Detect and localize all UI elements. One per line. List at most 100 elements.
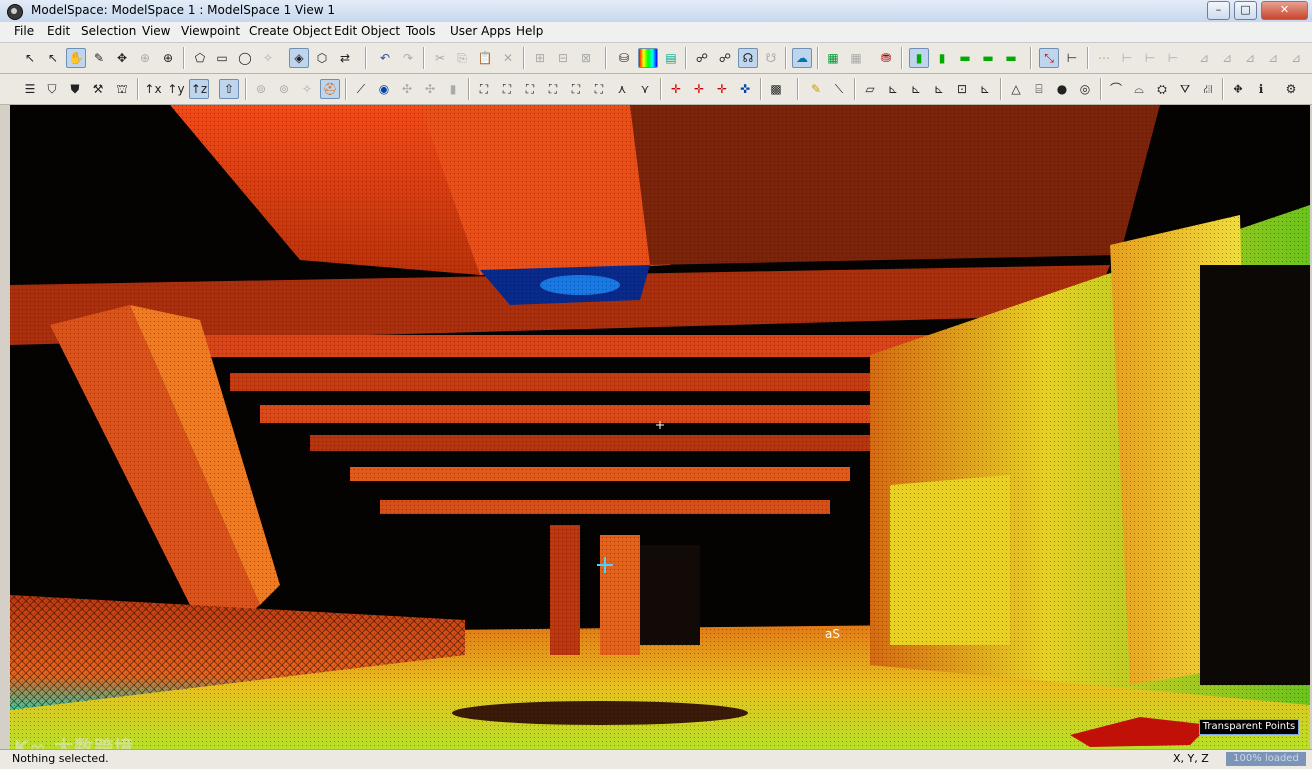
pattern-icon[interactable]: ▩: [766, 79, 786, 99]
snap-c-icon[interactable]: ✧: [297, 79, 317, 99]
cut-icon[interactable]: ✂: [430, 48, 450, 68]
menu-tools[interactable]: Tools: [406, 24, 436, 38]
fit-b-icon[interactable]: ⛶: [497, 79, 517, 99]
move-icon[interactable]: ✥: [112, 48, 132, 68]
brush-icon[interactable]: ⚒: [88, 79, 108, 99]
flange-icon[interactable]: ⛛: [1175, 79, 1195, 99]
maximize-button[interactable]: □: [1234, 1, 1257, 20]
paste-icon[interactable]: 📋: [475, 48, 495, 68]
app-icon[interactable]: [7, 4, 23, 20]
target-icon[interactable]: ⊕: [158, 48, 178, 68]
reducer-icon[interactable]: ⛜: [1198, 79, 1218, 99]
snap-d-icon[interactable]: ⛑: [320, 79, 340, 99]
undo-icon[interactable]: ↶: [375, 48, 395, 68]
structure-icon[interactable]: ⛫: [112, 79, 132, 99]
line-icon[interactable]: ⟍: [829, 79, 849, 99]
pipe-icon[interactable]: ⌒: [1106, 79, 1126, 99]
up-arrow-icon[interactable]: ⇧: [219, 79, 239, 99]
copy-icon[interactable]: ⎘: [452, 48, 472, 68]
branch-icon[interactable]: ⋎: [635, 79, 655, 99]
fit-d-icon[interactable]: ⛶: [543, 79, 563, 99]
menu-help[interactable]: Help: [516, 24, 543, 38]
point-cloud-viewport[interactable]: aS: [10, 105, 1310, 749]
cylinder-icon[interactable]: ⌸: [1029, 79, 1049, 99]
ungroup-icon[interactable]: ⊟: [553, 48, 573, 68]
group-icon[interactable]: ⊞: [530, 48, 550, 68]
shape-d-icon[interactable]: ⊾: [929, 79, 949, 99]
snap-b-icon[interactable]: ⊚: [274, 79, 294, 99]
select-plus-icon[interactable]: ↖: [43, 48, 63, 68]
menu-edit[interactable]: Edit: [47, 24, 70, 38]
select-arrow-icon[interactable]: ↖: [20, 48, 40, 68]
tag-icon[interactable]: ✎: [806, 79, 826, 99]
layers-icon[interactable]: ☰: [20, 79, 40, 99]
delete-icon[interactable]: ✕: [498, 48, 518, 68]
axis-icon[interactable]: ⤡: [1039, 48, 1059, 68]
dim-c-icon[interactable]: ▮: [443, 79, 463, 99]
disabled-icon-4[interactable]: ⊢: [1163, 48, 1183, 68]
merge-icon[interactable]: ⊠: [576, 48, 596, 68]
view-b-icon[interactable]: ☍: [715, 48, 735, 68]
green-2-icon[interactable]: ▮: [932, 48, 952, 68]
rotate-icon[interactable]: ⊕: [135, 48, 155, 68]
color-map-icon[interactable]: [638, 48, 658, 68]
view-a-icon[interactable]: ☍: [692, 48, 712, 68]
green-3-icon[interactable]: ▬: [955, 48, 975, 68]
dim-a-icon[interactable]: ✣: [397, 79, 417, 99]
disabled-icon-6[interactable]: ⊿: [1217, 48, 1237, 68]
box-view-icon[interactable]: ⬡: [312, 48, 332, 68]
disabled-icon-1[interactable]: ⋯: [1094, 48, 1114, 68]
axis-z-button[interactable]: ↑z: [189, 79, 209, 99]
render-icon[interactable]: ☁: [792, 48, 812, 68]
shape-b-icon[interactable]: ⊾: [883, 79, 903, 99]
menu-file[interactable]: File: [14, 24, 34, 38]
pencil-icon[interactable]: ✎: [89, 48, 109, 68]
view-d-icon[interactable]: ☋: [761, 48, 781, 68]
axis-y-button[interactable]: ↑y: [166, 79, 186, 99]
fit-f-icon[interactable]: ⛶: [589, 79, 609, 99]
grid-off-icon[interactable]: ▦: [846, 48, 866, 68]
sphere-icon[interactable]: ●: [1052, 79, 1072, 99]
menu-user-apps[interactable]: User Apps: [450, 24, 511, 38]
green-1-icon[interactable]: ▮: [909, 48, 929, 68]
grid-icon[interactable]: ▦: [823, 48, 843, 68]
shape-e-icon[interactable]: ⊡: [952, 79, 972, 99]
fit-e-icon[interactable]: ⛶: [566, 79, 586, 99]
torus-icon[interactable]: ◎: [1075, 79, 1095, 99]
disabled-icon-7[interactable]: ⊿: [1240, 48, 1260, 68]
green-4-icon[interactable]: ▬: [978, 48, 998, 68]
snap-a-icon[interactable]: ⊚: [251, 79, 271, 99]
menu-edit-object[interactable]: Edit Object: [334, 24, 400, 38]
menu-create-object[interactable]: Create Object: [249, 24, 332, 38]
disabled-icon-3[interactable]: ⊢: [1140, 48, 1160, 68]
fit-c-icon[interactable]: ⛶: [520, 79, 540, 99]
disabled-icon-9[interactable]: ⊿: [1286, 48, 1306, 68]
fork-icon[interactable]: ⋏: [612, 79, 632, 99]
cross-b-icon[interactable]: ✛: [689, 79, 709, 99]
axis-b-icon[interactable]: ⊢: [1062, 48, 1082, 68]
cross-d-icon[interactable]: ✜: [735, 79, 755, 99]
minimize-button[interactable]: –: [1207, 1, 1230, 20]
green-5-icon[interactable]: ▬: [1001, 48, 1021, 68]
transparent-points-label[interactable]: Transparent Points: [1199, 719, 1299, 735]
info-icon[interactable]: ℹ: [1251, 79, 1271, 99]
shape-a-icon[interactable]: ▱: [860, 79, 880, 99]
fill-icon[interactable]: ⛉: [42, 79, 62, 99]
measure-icon[interactable]: ⟋: [351, 79, 371, 99]
select-off-icon[interactable]: ✧: [258, 48, 278, 68]
cross-a-icon[interactable]: ✛: [666, 79, 686, 99]
disabled-icon-2[interactable]: ⊢: [1117, 48, 1137, 68]
globe-icon[interactable]: ◉: [374, 79, 394, 99]
dim-b-icon[interactable]: ✣: [420, 79, 440, 99]
disabled-icon-8[interactable]: ⊿: [1263, 48, 1283, 68]
shape-c-icon[interactable]: ⊾: [906, 79, 926, 99]
valve-icon[interactable]: ⛭: [1152, 79, 1172, 99]
cone-icon[interactable]: △: [1006, 79, 1026, 99]
shaded-view-icon[interactable]: ◈: [289, 48, 309, 68]
shape-f-icon[interactable]: ⊾: [975, 79, 995, 99]
view-c-icon[interactable]: ☊: [738, 48, 758, 68]
menu-view[interactable]: View: [142, 24, 170, 38]
fit-a-icon[interactable]: ⛶: [474, 79, 494, 99]
color-scale-icon[interactable]: ▤: [661, 48, 681, 68]
cross-c-icon[interactable]: ✛: [712, 79, 732, 99]
